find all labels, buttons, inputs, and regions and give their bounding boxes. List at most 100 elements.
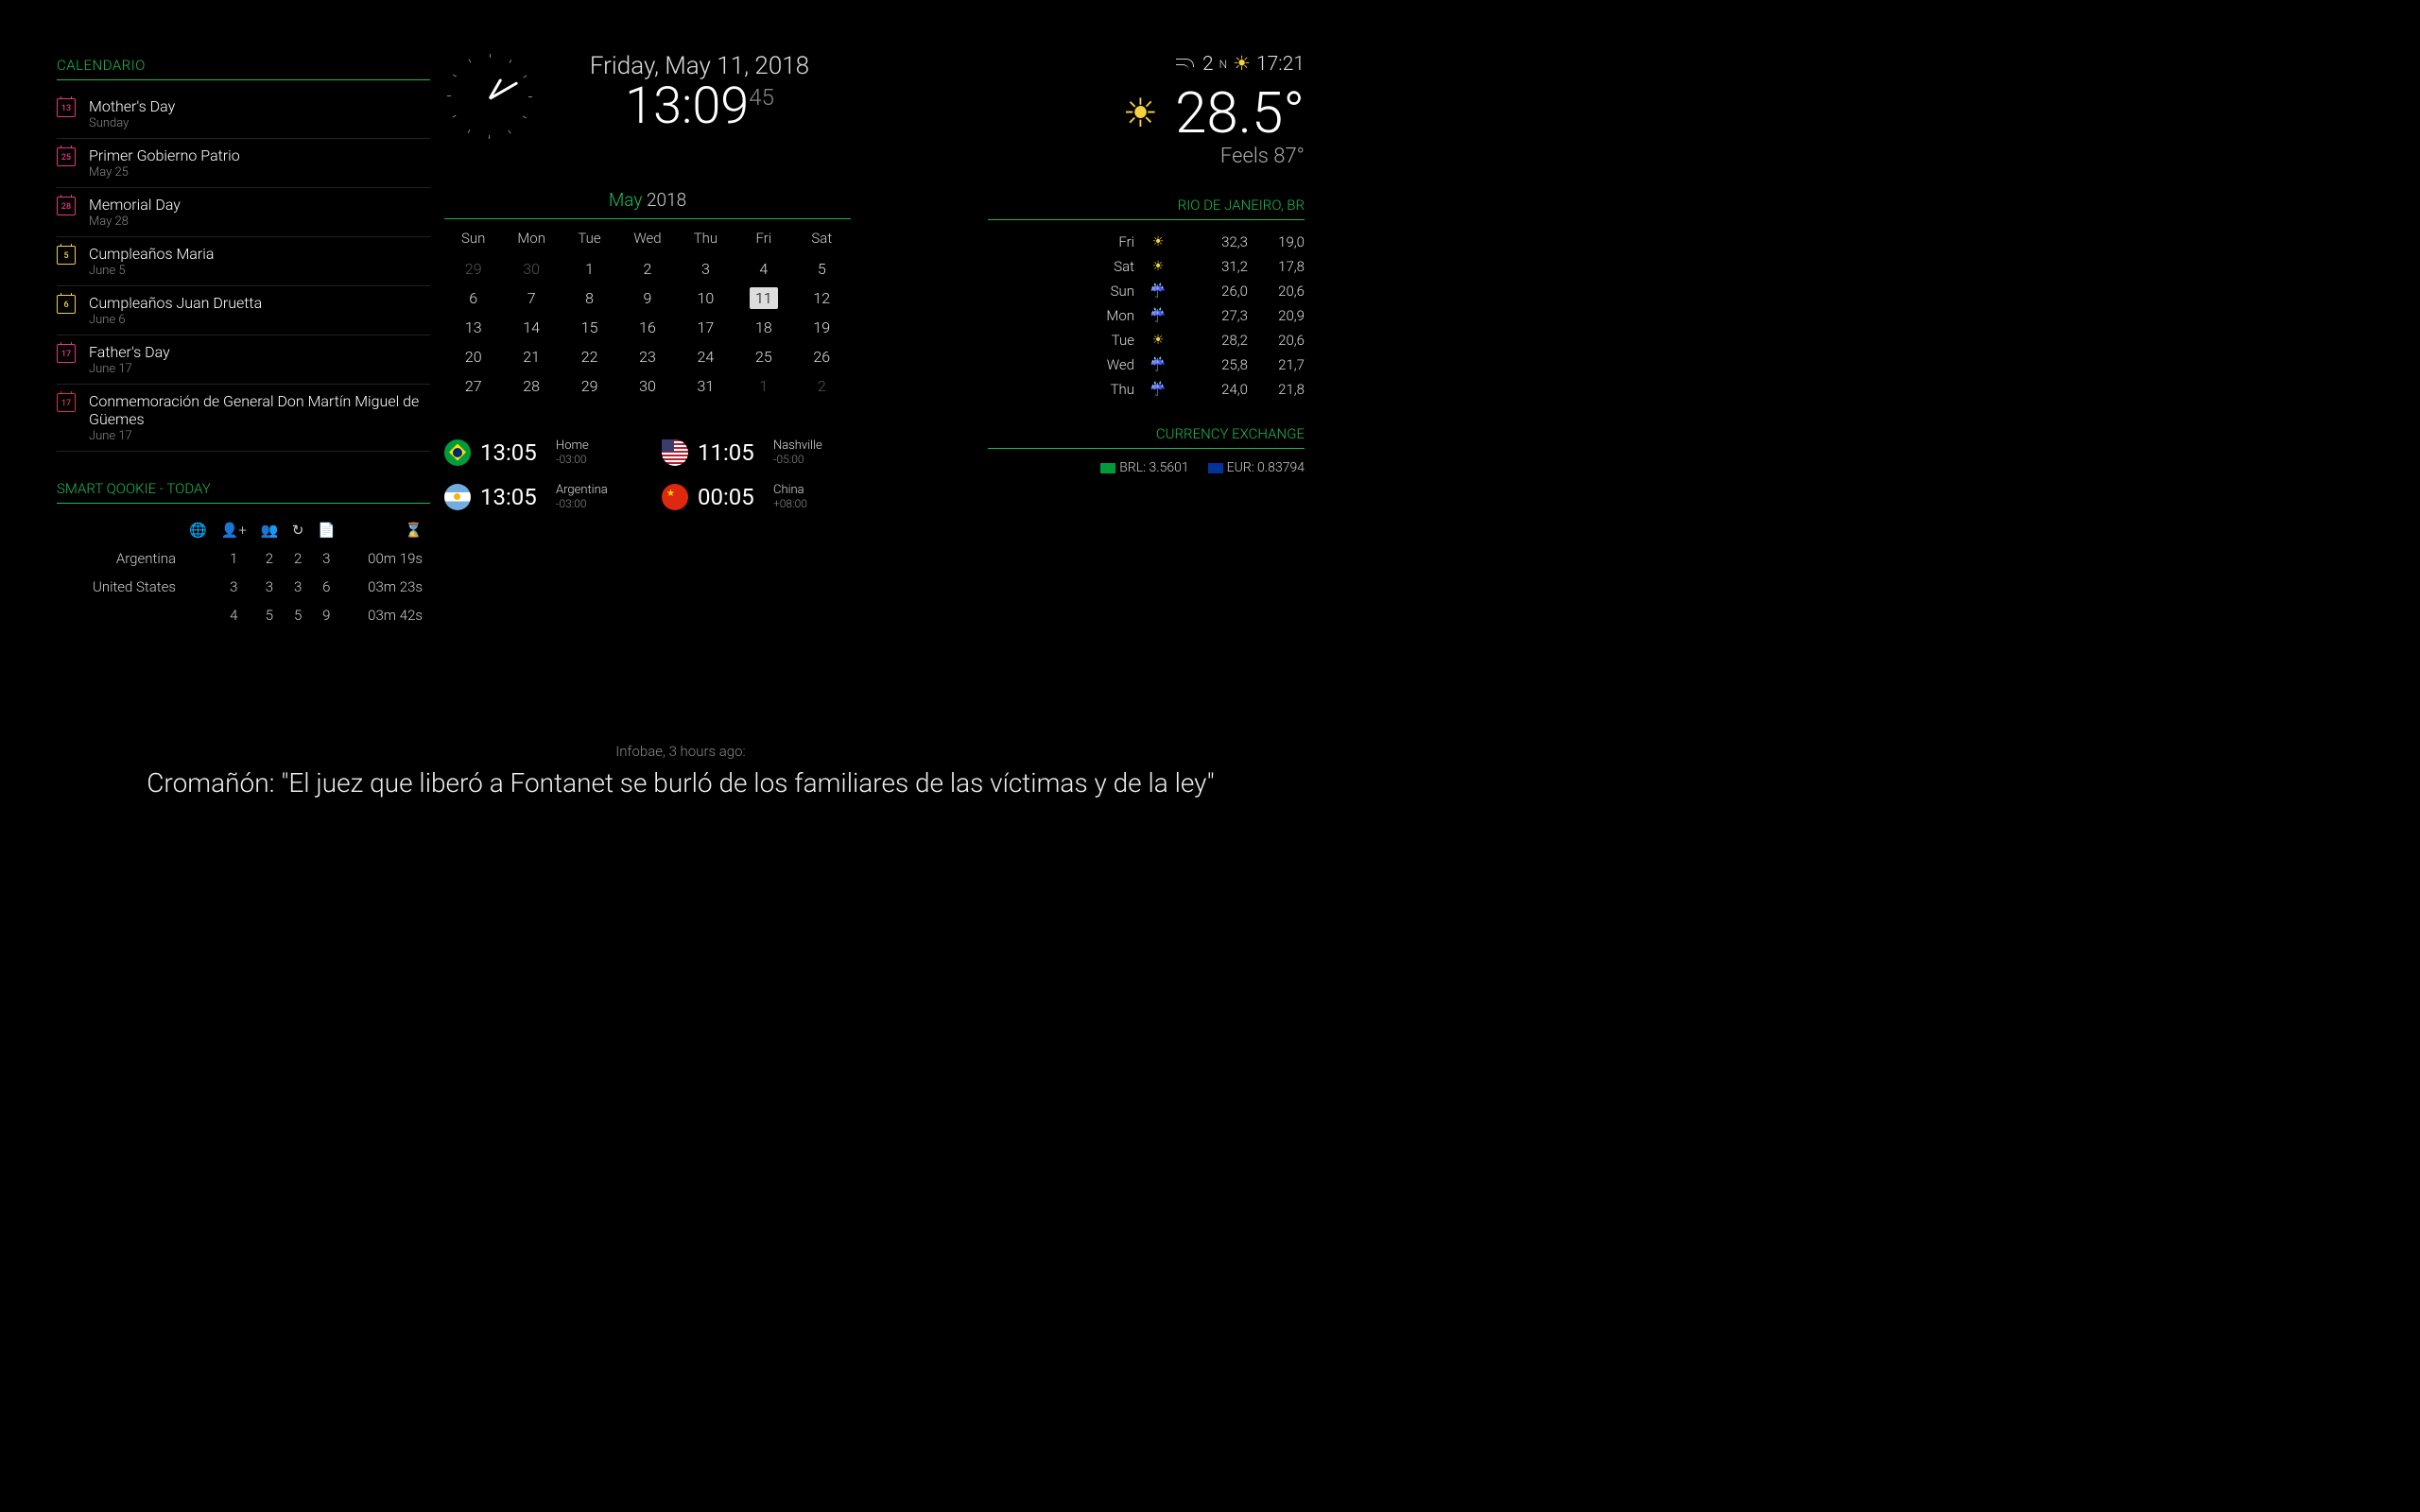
calendar-icon: 5 (57, 246, 76, 265)
currency-item: BRL: 3.5601 (1100, 460, 1188, 475)
calendar-day[interactable]: 25 (735, 342, 792, 371)
calendar-icon: 25 (57, 147, 76, 166)
calendar-day[interactable]: 4 (735, 254, 792, 284)
dow-label: Sun (444, 227, 502, 254)
currency-title: CURRENCY EXCHANGE (988, 425, 1305, 449)
world-clock-item: 11:05 Nashville-05:00 (662, 438, 851, 466)
calendar-icon: 13 (57, 98, 76, 117)
smart-qookie: SMART QOOKIE - TODAY 🌐 👤+ 👥 ↻ 📄 ⌛ Argent… (57, 480, 430, 630)
calendar-day[interactable]: 1 (735, 371, 792, 401)
calendar-day[interactable]: 13 (444, 313, 502, 342)
time-text: 13:0945 (548, 77, 851, 136)
calendar-title: CALENDARIO (57, 57, 430, 80)
globe-icon: 🌐 (183, 517, 213, 543)
calendar-event[interactable]: 25 Primer Gobierno PatrioMay 25 (57, 139, 430, 188)
calendar-day[interactable]: 14 (502, 313, 560, 342)
calendar-day[interactable]: 3 (677, 254, 735, 284)
calendar-day[interactable]: 12 (793, 284, 851, 313)
dow-label: Thu (677, 227, 735, 254)
table-row: 455903m 42s (59, 602, 428, 628)
event-title: Cumpleaños Maria (89, 245, 430, 263)
calendar-day[interactable]: 2 (793, 371, 851, 401)
table-row: United States333603m 23s (59, 574, 428, 600)
weather-icon: ☔ (1134, 284, 1182, 299)
calendar-event[interactable]: 6 Cumpleaños Juan DruettaJune 6 (57, 286, 430, 335)
calendar-day[interactable]: 15 (561, 313, 618, 342)
fc-day: Thu (1078, 381, 1134, 398)
calendar-day[interactable]: 10 (677, 284, 735, 313)
calendar-event[interactable]: 13 Mother's DaySunday (57, 90, 430, 139)
calendar-day[interactable]: 23 (618, 342, 676, 371)
wind-dir: N (1219, 58, 1228, 71)
calendar-day[interactable]: 9 (618, 284, 676, 313)
calendar-day[interactable]: 17 (677, 313, 735, 342)
calendar-day[interactable]: 28 (502, 371, 560, 401)
fc-high: 26,0 (1182, 283, 1248, 300)
weather-icon: ☔ (1134, 357, 1182, 372)
fc-day: Wed (1078, 356, 1134, 373)
center-column: Friday, May 11, 2018 13:0945 May 2018 Su… (444, 52, 851, 510)
table-row: Argentina122300m 19s (59, 545, 428, 572)
calendar-day[interactable]: 19 (793, 313, 851, 342)
calendar-day[interactable]: 5 (793, 254, 851, 284)
forecast-list: Fri☀32,319,0Sat☀31,217,8Sun☔26,020,6Mon☔… (988, 230, 1305, 402)
calendar-day[interactable]: 26 (793, 342, 851, 371)
calendar-icon: 28 (57, 197, 76, 215)
calendar-day[interactable]: 30 (618, 371, 676, 401)
forecast-row: Wed☔25,821,7 (988, 352, 1305, 377)
calendar-day[interactable]: 21 (502, 342, 560, 371)
world-clocks: 13:05 Home-03:00 11:05 Nashville-05:00 1… (444, 438, 851, 510)
calendar-event[interactable]: 5 Cumpleaños MariaJune 5 (57, 237, 430, 286)
fc-low: 19,0 (1248, 233, 1305, 250)
calendar-event[interactable]: 17 Father's DayJune 17 (57, 335, 430, 385)
calendar-day[interactable]: 29 (444, 254, 502, 284)
calendar-day[interactable]: 1 (561, 254, 618, 284)
wc-name: Nashville (773, 438, 822, 453)
sunset-icon: ☀ (1233, 52, 1251, 76)
flag-icon (444, 439, 471, 466)
calendar-day[interactable]: 11 (735, 284, 792, 313)
currency-row: BRL: 3.5601 EUR: 0.83794 (988, 460, 1305, 475)
calendar-day[interactable]: 18 (735, 313, 792, 342)
fc-low: 20,9 (1248, 307, 1305, 324)
feels-like: Feels 87° (988, 145, 1305, 168)
calendar-icon: 17 (57, 393, 76, 412)
calendar-day[interactable]: 30 (502, 254, 560, 284)
wc-name: Home (556, 438, 589, 453)
wc-name: China (773, 483, 807, 497)
calendar-event[interactable]: 17 Conmemoración de General Don Martín M… (57, 385, 430, 452)
forecast-row: Fri☀32,319,0 (988, 230, 1305, 254)
analog-clock (444, 52, 534, 142)
calendar-day[interactable]: 22 (561, 342, 618, 371)
forecast-row: Sun☔26,020,6 (988, 279, 1305, 303)
dow-label: Wed (618, 227, 676, 254)
currency-item: EUR: 0.83794 (1208, 460, 1305, 475)
calendar-event[interactable]: 28 Memorial DayMay 28 (57, 188, 430, 237)
world-clock-item: 13:05 Home-03:00 (444, 438, 633, 466)
calendar-day[interactable]: 29 (561, 371, 618, 401)
flag-icon (1100, 463, 1115, 473)
event-title: Cumpleaños Juan Druetta (89, 294, 430, 312)
fc-low: 21,7 (1248, 356, 1305, 373)
sun-icon: ☀ (1122, 90, 1158, 137)
world-clock-item: 13:05 Argentina-03:00 (444, 483, 633, 510)
calendar-day[interactable]: 27 (444, 371, 502, 401)
weather-icon: ☀ (1134, 333, 1182, 348)
calendar-day[interactable]: 31 (677, 371, 735, 401)
right-column: 2 N ☀ 17:21 ☀ 28.5° Feels 87° RIO DE JAN… (988, 52, 1305, 475)
weather-icon: ☔ (1134, 382, 1182, 397)
calendar-day[interactable]: 24 (677, 342, 735, 371)
news-headline: Cromañón: "El juez que liberó a Fontanet… (0, 767, 1361, 799)
calendar-day[interactable]: 7 (502, 284, 560, 313)
smart-title: SMART QOOKIE - TODAY (57, 480, 430, 504)
sunset-time: 17:21 (1256, 53, 1305, 76)
news-source: Infobae, 3 hours ago: (0, 743, 1361, 760)
calendar-day[interactable]: 20 (444, 342, 502, 371)
temperature: 28.5° (1175, 79, 1305, 146)
calendar-day[interactable]: 6 (444, 284, 502, 313)
calendar-day[interactable]: 2 (618, 254, 676, 284)
calendar-day[interactable]: 8 (561, 284, 618, 313)
forecast-row: Tue☀28,220,6 (988, 328, 1305, 352)
calendar-day[interactable]: 16 (618, 313, 676, 342)
event-date: May 25 (89, 165, 430, 180)
